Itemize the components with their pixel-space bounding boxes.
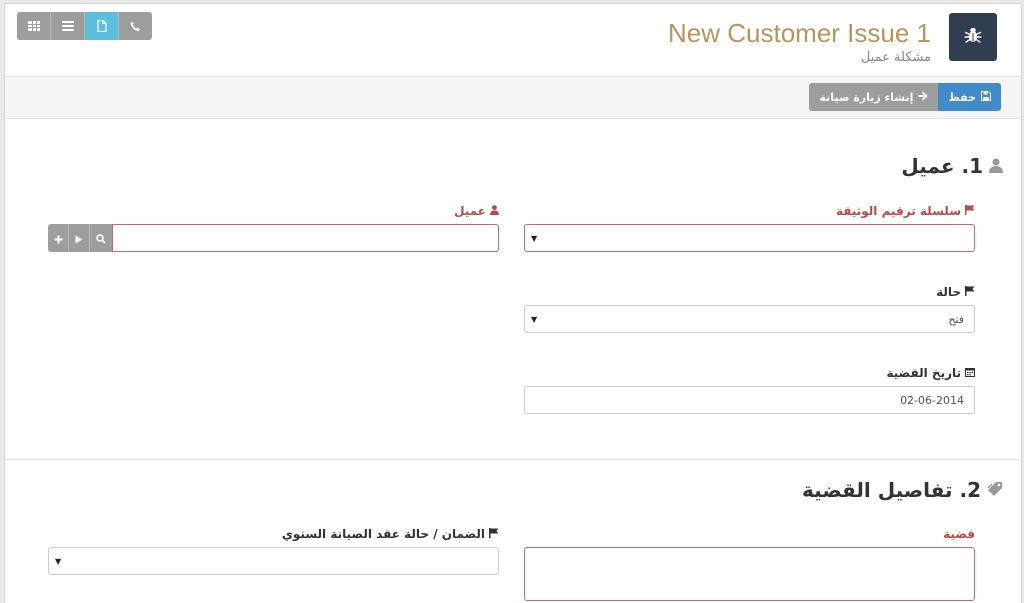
search-icon xyxy=(96,229,106,248)
complaint-textarea[interactable] xyxy=(524,547,975,601)
tag-icon xyxy=(987,478,1003,502)
page-header: New Customer Issue 1 مشكلة عميل xyxy=(5,4,1021,77)
table-view-button[interactable] xyxy=(17,12,51,40)
bug-icon xyxy=(964,26,982,48)
search-customer-button[interactable] xyxy=(90,224,112,252)
form-page: New Customer Issue 1 مشكلة عميل إنشاء زي… xyxy=(4,3,1022,603)
list-icon xyxy=(61,21,74,31)
user-icon xyxy=(490,204,499,218)
form-view-button[interactable] xyxy=(85,12,119,40)
new-customer-button[interactable] xyxy=(48,224,69,252)
list-view-button[interactable] xyxy=(51,12,85,40)
page-subtitle: مشكلة عميل xyxy=(860,50,931,65)
user-icon xyxy=(989,154,1003,178)
table-icon xyxy=(27,21,40,31)
naming-series-select[interactable]: ▼ xyxy=(524,224,975,252)
status-label: حالة xyxy=(936,285,975,299)
section-issue-details-title: 2. تفاصيل القضية xyxy=(802,478,1003,502)
save-button[interactable]: حفظ xyxy=(938,83,1001,111)
caret-down-icon: ▼ xyxy=(531,234,538,243)
issue-date-label: تاريخ القضية xyxy=(886,366,975,380)
play-icon xyxy=(75,229,83,248)
save-label: حفظ xyxy=(948,90,976,104)
open-customer-button[interactable] xyxy=(69,224,90,252)
status-select[interactable]: ▼ فتح xyxy=(524,305,975,333)
section-customer-heading: 1. عميل xyxy=(901,154,983,178)
calendar-icon xyxy=(965,366,975,380)
warranty-amc-status-select[interactable]: ▼ xyxy=(48,547,499,575)
action-toolbar: إنشاء زيارة صيانة حفظ xyxy=(5,77,1021,119)
section-divider xyxy=(5,459,1021,460)
doctype-icon-box xyxy=(949,13,997,61)
page-title: New Customer Issue 1 xyxy=(668,18,931,48)
caret-down-icon: ▼ xyxy=(55,557,62,566)
customer-link-buttons xyxy=(48,224,112,252)
naming-series-label: سلسلة ترقيم الوثيقة xyxy=(836,204,975,218)
save-icon xyxy=(981,90,991,104)
flag-icon xyxy=(489,527,499,541)
view-switcher xyxy=(17,12,152,40)
arrow-right-icon xyxy=(918,91,928,104)
issue-date-input[interactable]: 02-06-2014 xyxy=(524,386,975,414)
caret-down-icon: ▼ xyxy=(531,315,538,324)
customer-label: عميل xyxy=(454,204,499,218)
action-button-group: إنشاء زيارة صيانة حفظ xyxy=(809,83,1001,111)
customer-input[interactable] xyxy=(112,224,499,252)
flag-icon xyxy=(965,285,975,299)
warranty-amc-status-label: الضمان / حالة عقد الصيانة السنوي xyxy=(282,527,499,541)
complaint-label: قضية xyxy=(943,527,975,541)
section-customer-title: 1. عميل xyxy=(901,154,1003,178)
section-issue-details-heading: 2. تفاصيل القضية xyxy=(802,478,981,502)
phone-view-button[interactable] xyxy=(119,12,152,40)
plus-icon xyxy=(54,229,63,248)
make-maintenance-visit-label: إنشاء زيارة صيانة xyxy=(819,90,914,104)
file-icon xyxy=(96,20,107,32)
make-maintenance-visit-button[interactable]: إنشاء زيارة صيانة xyxy=(809,83,939,111)
phone-icon xyxy=(130,21,141,32)
flag-icon xyxy=(965,204,975,218)
